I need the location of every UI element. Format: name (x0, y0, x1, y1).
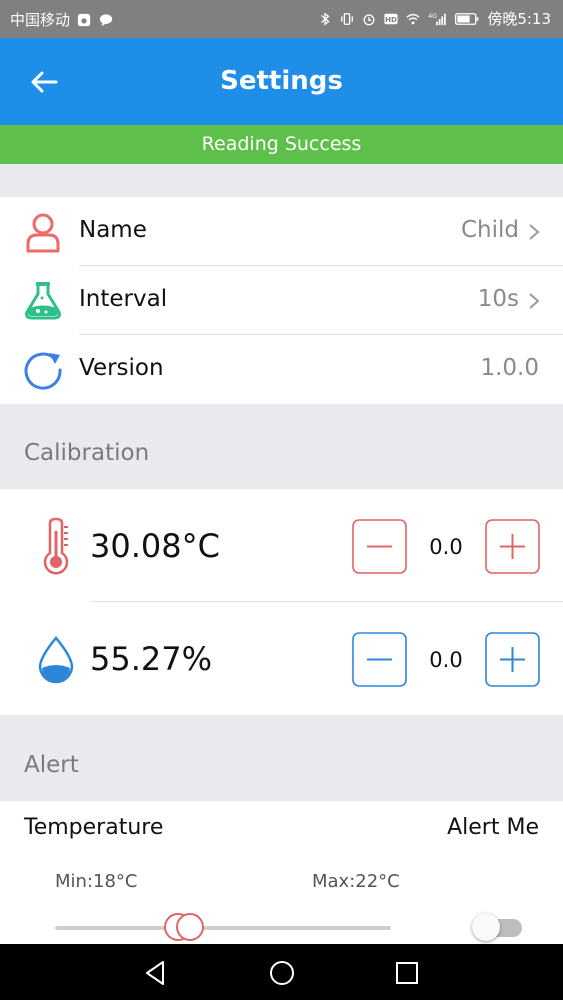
signal-4g-icon: 4G (429, 13, 447, 25)
system-nav-bar (0, 944, 563, 1000)
bluetooth-icon (321, 11, 330, 26)
water-drop-icon (38, 636, 74, 684)
alarm-icon (363, 13, 375, 25)
interval-label: Interval (79, 286, 168, 312)
recents-square-icon[interactable] (392, 958, 422, 988)
svg-text:HD: HD (385, 16, 397, 24)
version-label: Version (79, 355, 164, 381)
humidity-decrement-button[interactable] (352, 632, 407, 687)
app-bar: Settings (0, 38, 563, 125)
calibration-card: 30.08°C 0.0 55.27% 0.0 (0, 489, 563, 715)
alert-section-title: Alert (24, 752, 79, 778)
page-title: Settings (220, 66, 343, 96)
person-icon (26, 213, 60, 253)
version-value: 1.0.0 (480, 355, 539, 381)
version-row: Version 1.0.0 (0, 335, 563, 404)
wifi-icon (406, 13, 420, 24)
temperature-alert-label: Temperature (24, 815, 164, 840)
hd-icon: HD (384, 13, 398, 24)
status-bar-left: 中国移动 (10, 9, 114, 30)
chevron-right-icon (529, 224, 540, 240)
vibrate-icon (341, 12, 354, 25)
temperature-offset-value: 0.0 (429, 535, 463, 559)
max-temperature-label: Max:22°C (312, 871, 400, 892)
humidity-increment-button[interactable] (485, 632, 540, 687)
temperature-decrement-button[interactable] (352, 519, 407, 574)
plus-icon (485, 519, 540, 574)
refresh-icon (24, 352, 62, 390)
alert-card: Temperature Alert Me Min:18°C Max:22°C (0, 801, 563, 944)
plus-icon (485, 632, 540, 687)
calibration-section-title: Calibration (24, 440, 150, 466)
thermometer-icon (43, 517, 69, 575)
temperature-calibration-row: 30.08°C 0.0 (0, 489, 563, 602)
name-row[interactable]: Name Child (0, 197, 563, 266)
toggle-thumb (472, 913, 500, 941)
alert-me-label: Alert Me (447, 815, 539, 840)
humidity-offset-value: 0.0 (429, 648, 463, 672)
alert-me-toggle[interactable] (472, 913, 522, 941)
interval-value: 10s (477, 286, 519, 312)
temperature-increment-button[interactable] (485, 519, 540, 574)
name-label: Name (79, 217, 147, 243)
chevron-right-icon (529, 293, 540, 309)
clock: 傍晚5:13 (487, 10, 551, 28)
humidity-calibration-row: 55.27% 0.0 (0, 602, 563, 715)
svg-text:4G: 4G (429, 13, 438, 20)
chat-bubble-icon (99, 13, 113, 26)
carrier-name: 中国移动 (10, 11, 71, 29)
flask-icon (25, 282, 61, 320)
slider-max-handle[interactable] (176, 913, 204, 941)
home-circle-icon[interactable] (267, 958, 297, 988)
status-bar-right: HD 4G 傍晚5:13 (317, 8, 551, 29)
minus-icon (352, 519, 407, 574)
baidu-icon (77, 13, 91, 26)
name-value: Child (460, 217, 519, 243)
temperature-reading: 30.08°C (90, 527, 220, 565)
battery-icon (455, 12, 479, 25)
humidity-reading: 55.27% (90, 640, 213, 678)
back-triangle-icon[interactable] (141, 958, 171, 988)
min-temperature-label: Min:18°C (55, 871, 138, 892)
temperature-range-slider[interactable] (55, 926, 391, 930)
status-bar: 中国移动 HD 4G 傍晚5:13 (0, 0, 563, 38)
minus-icon (352, 632, 407, 687)
device-info-card: Name Child Interval 10s Version 1.0.0 (0, 197, 563, 404)
status-banner: Reading Success (0, 125, 563, 164)
interval-row[interactable]: Interval 10s (0, 266, 563, 335)
